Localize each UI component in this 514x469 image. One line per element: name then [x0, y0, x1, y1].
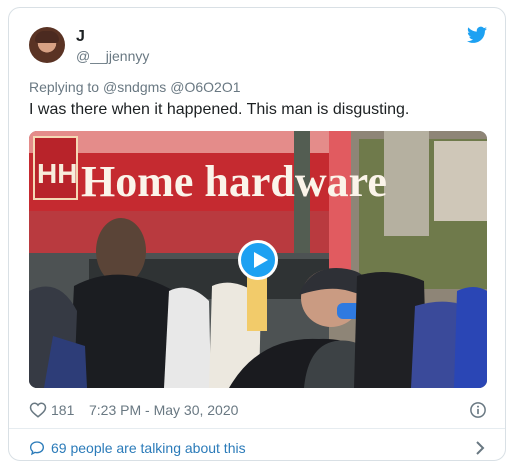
mention-link[interactable]: @O6O2O1: [170, 79, 240, 95]
tweet-card[interactable]: J @__jjennyy Replying to @sndgms @O6O2O1 I…: [8, 7, 506, 461]
info-icon[interactable]: [469, 401, 487, 419]
divider: [9, 428, 505, 429]
tweet-text: I was there when it happened. This man i…: [29, 101, 410, 118]
avatar[interactable]: [29, 27, 65, 63]
video-player[interactable]: HH Home hardware: [29, 131, 487, 388]
tweet-meta: 181 7:23 PM - May 30, 2020: [29, 401, 487, 419]
storefront-logo: HH: [37, 158, 77, 189]
like-count[interactable]: 181: [51, 402, 74, 418]
twitter-bird-icon[interactable]: [467, 26, 487, 44]
talking-link[interactable]: 69 people are talking about this: [29, 437, 487, 459]
play-icon[interactable]: [238, 240, 278, 280]
talking-text[interactable]: 69 people are talking about this: [51, 440, 246, 456]
heart-icon[interactable]: [29, 401, 47, 419]
replying-label: Replying to: [29, 79, 100, 95]
display-name[interactable]: J: [76, 28, 85, 46]
storefront-sign: Home hardware: [81, 157, 387, 206]
replying-to: Replying to @sndgms @O6O2O1: [29, 79, 241, 95]
chat-bubble-icon: [29, 441, 45, 456]
timestamp[interactable]: 7:23 PM - May 30, 2020: [89, 402, 238, 418]
user-handle[interactable]: @__jjennyy: [76, 48, 149, 64]
mention-link[interactable]: @sndgms: [103, 79, 166, 95]
chevron-right-icon[interactable]: [475, 441, 485, 455]
